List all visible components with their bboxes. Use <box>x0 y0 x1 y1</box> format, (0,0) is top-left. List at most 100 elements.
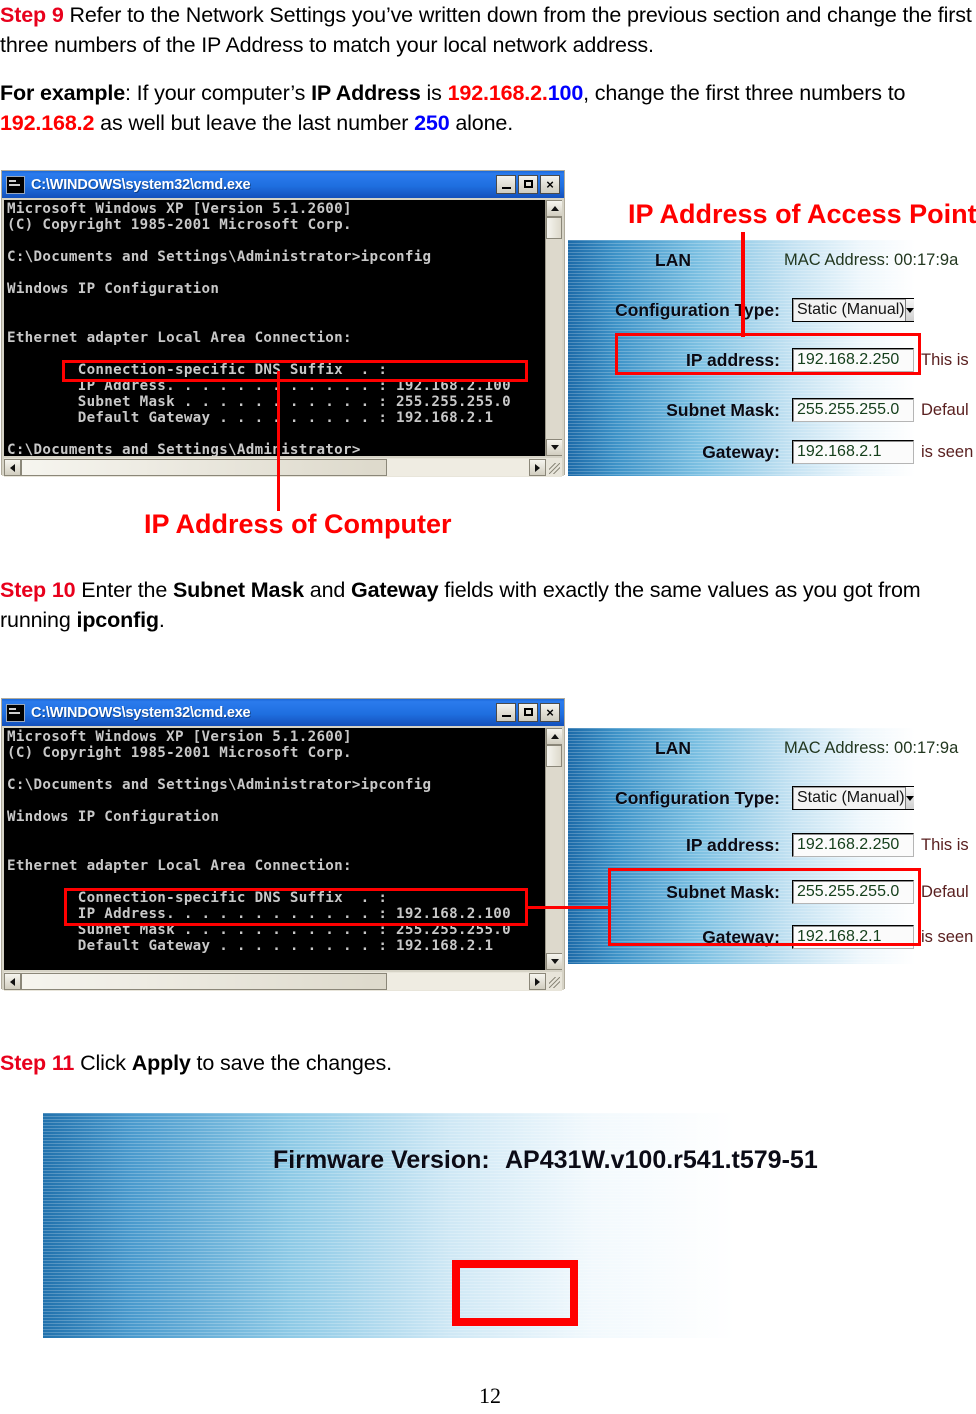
example-lead: For example <box>0 81 126 105</box>
scroll-right-icon-2[interactable] <box>529 973 546 990</box>
step11-t1: Click <box>74 1051 132 1075</box>
console-vscrollbar-2[interactable] <box>545 728 562 970</box>
lan-label-2: LAN <box>655 738 691 758</box>
step10-label: Step 10 <box>0 578 76 602</box>
step11-paragraph: Step 11 Click Apply to save the changes. <box>0 1048 950 1078</box>
cmd-titlebar-1[interactable]: C:\WINDOWS\system32\cmd.exe × <box>2 171 564 198</box>
gateway-note-2: is seen <box>921 927 974 946</box>
scroll-down-icon-2[interactable] <box>546 953 562 970</box>
cmd-title-text-2: C:\WINDOWS\system32\cmd.exe <box>31 704 251 721</box>
scroll-up-icon-1[interactable] <box>546 200 562 217</box>
ip-address-label-2: IP address: <box>685 834 780 855</box>
mac-address-2: MAC Address: 00:17:9a <box>784 739 959 757</box>
step10-paragraph: Step 10 Enter the Subnet Mask and Gatewa… <box>0 575 950 635</box>
ap-ip-address-row-2: IP address: 192.168.2.250 This is <box>568 833 976 857</box>
config-type-select-2[interactable]: Static (Manual) <box>792 786 914 810</box>
console-vscrollbar-1[interactable] <box>545 200 562 456</box>
scroll-up-icon-2[interactable] <box>546 728 562 745</box>
step10-gateway-term: Gateway <box>351 578 439 602</box>
step9-text: Refer to the Network Settings you’ve wri… <box>0 3 972 57</box>
close-button-1[interactable]: × <box>540 175 560 194</box>
step11-label: Step 11 <box>0 1051 75 1075</box>
config-type-label-1: Configuration Type: <box>615 299 780 320</box>
cmd-titlebar-2[interactable]: C:\WINDOWS\system32\cmd.exe × <box>2 699 564 726</box>
connector-line-subnet-gateway <box>527 906 610 909</box>
console-hscrollbar-2[interactable] <box>4 972 562 991</box>
vscroll-thumb-1[interactable] <box>546 217 562 239</box>
cmd-window-controls-1[interactable]: × <box>496 175 562 194</box>
firmware-version-value: AP431W.v100.r541.t579-51 <box>505 1146 818 1174</box>
leader-line-ip-computer <box>277 371 280 511</box>
minimize-button-1[interactable] <box>496 175 516 194</box>
config-type-label-2: Configuration Type: <box>615 787 780 808</box>
example-ip-suffix: 100 <box>547 81 584 105</box>
maximize-button-1[interactable] <box>518 175 538 194</box>
resize-grip-2[interactable] <box>546 973 562 990</box>
leader-line-ip-access-point <box>741 232 745 337</box>
minimize-icon-2 <box>502 715 511 717</box>
highlight-ap-ip-row-1 <box>615 333 921 375</box>
hscroll-track-1[interactable] <box>21 459 529 476</box>
example-t3: , change the first three numbers to <box>583 81 906 105</box>
cmd-window-controls-2[interactable]: × <box>496 703 562 722</box>
hscroll-thumb-1[interactable] <box>21 459 387 476</box>
gateway-note-1: is seen <box>921 442 974 461</box>
step10-t1: Enter the <box>75 578 173 602</box>
close-button-2[interactable]: × <box>540 703 560 722</box>
gateway-value-1: 192.168.2.1 <box>797 443 882 460</box>
cmd-window-2[interactable]: C:\WINDOWS\system32\cmd.exe × Microsoft … <box>1 698 565 991</box>
ip-address-value-2: 192.168.2.250 <box>797 836 900 853</box>
cmd-window-1[interactable]: C:\WINDOWS\system32\cmd.exe × Microsoft … <box>1 170 565 477</box>
scroll-left-icon-1[interactable] <box>4 459 21 476</box>
example-paragraph: For example: If your computer’s IP Addre… <box>0 78 955 138</box>
console-hscrollbar-1[interactable] <box>4 458 562 477</box>
config-type-select-1[interactable]: Static (Manual) <box>792 298 914 322</box>
example-t4: as well but leave the last number <box>94 111 415 135</box>
mac-address-1: MAC Address: 00:17:9a <box>784 251 959 269</box>
highlight-subnet-gateway-lines-2 <box>64 888 528 926</box>
example-t5: alone. <box>449 111 514 135</box>
gateway-input-1[interactable]: 192.168.2.1 <box>792 440 914 464</box>
highlight-ip-address-line-1 <box>62 360 528 382</box>
highlight-apply-button <box>452 1260 578 1326</box>
scroll-down-icon-1[interactable] <box>546 439 562 456</box>
highlight-ap-subnet-gateway-rows-2 <box>608 868 921 946</box>
step9-label: Step 9 <box>0 3 64 27</box>
ip-address-input-2[interactable]: 192.168.2.250 <box>792 833 914 857</box>
console-screen-1[interactable]: Microsoft Windows XP [Version 5.1.2600] … <box>4 200 562 456</box>
resize-grip-1[interactable] <box>546 459 562 476</box>
step11-t2: to save the changes. <box>190 1051 393 1075</box>
minimize-icon <box>502 187 511 189</box>
step10-subnet-term: Subnet Mask <box>172 578 304 602</box>
chevron-down-icon-1[interactable] <box>904 299 914 321</box>
scroll-right-icon-1[interactable] <box>529 459 546 476</box>
step11-apply-term: Apply <box>131 1051 191 1075</box>
cmd-body-2: Microsoft Windows XP [Version 5.1.2600] … <box>2 726 564 991</box>
hscroll-thumb-2[interactable] <box>21 973 387 990</box>
maximize-button-2[interactable] <box>518 703 538 722</box>
subnet-note-1: Defaul <box>921 400 969 419</box>
console-screen-2[interactable]: Microsoft Windows XP [Version 5.1.2600] … <box>4 728 562 970</box>
subnet-input-1[interactable]: 255.255.255.0 <box>792 398 914 422</box>
console-output-1: Microsoft Windows XP [Version 5.1.2600] … <box>7 201 511 456</box>
ap-gateway-row-1: Gateway: 192.168.2.1 is seen <box>568 440 976 464</box>
scroll-left-icon-2[interactable] <box>4 973 21 990</box>
lan-label-1: LAN <box>655 250 691 270</box>
annotation-ip-of-access-point: IP Address of Access Point <box>628 199 976 229</box>
cmd-body-1: Microsoft Windows XP [Version 5.1.2600] … <box>2 198 564 477</box>
config-type-value-1: Static (Manual) <box>797 301 905 318</box>
hscroll-track-2[interactable] <box>21 973 529 990</box>
close-icon-2: × <box>546 705 554 720</box>
ap-config-type-row-1: Configuration Type: Static (Manual) <box>568 298 976 322</box>
ip-address-note-1: This is <box>921 350 969 369</box>
minimize-button-2[interactable] <box>496 703 516 722</box>
example-t1: : If your computer’s <box>125 81 312 105</box>
firmware-version-label: Firmware Version: <box>273 1146 490 1174</box>
ap-config-type-row-2: Configuration Type: Static (Manual) <box>568 786 976 810</box>
maximize-icon <box>524 180 533 188</box>
chevron-down-icon-2[interactable] <box>904 787 914 809</box>
example-ip-prefix: 192.168.2. <box>447 81 548 105</box>
ap-subnet-row-1: Subnet Mask: 255.255.255.0 Defaul <box>568 398 976 422</box>
ap-lan-header-row-1: LAN MAC Address: 00:17:9a <box>568 250 976 271</box>
vscroll-thumb-2[interactable] <box>546 745 562 767</box>
